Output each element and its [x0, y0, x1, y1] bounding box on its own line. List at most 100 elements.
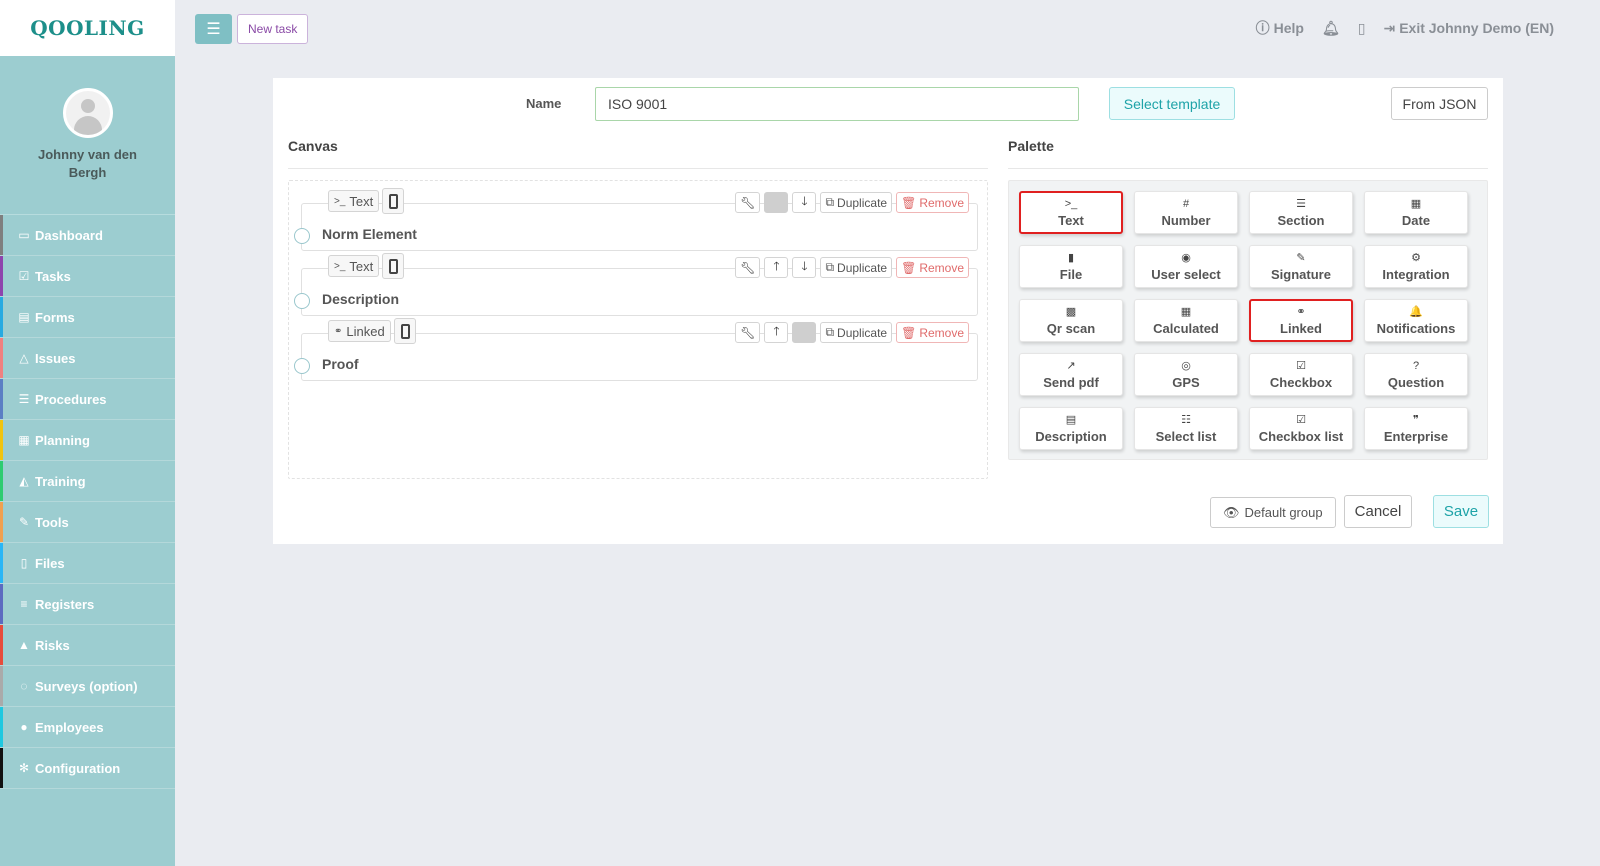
sidebar-item-tasks[interactable]: ☑ Tasks — [0, 256, 175, 297]
edit-field-button[interactable]: 🔧︎ — [735, 322, 761, 343]
question-circle-icon: ? — [1412, 360, 1420, 372]
field-type-badge[interactable]: >_ Text — [328, 190, 380, 212]
terminal-icon: >_ — [1064, 198, 1078, 210]
canvas-field[interactable]: ⚭ Linked Proof 🔧︎ 🡑 ⧉ Duplicate 🗑︎ Remove — [294, 318, 978, 381]
palette-divider — [1008, 168, 1488, 169]
default-group-button[interactable]: 👁︎ Default group — [1210, 497, 1336, 528]
from-json-button[interactable]: From JSON — [1391, 87, 1488, 120]
duplicate-button[interactable]: ⧉ Duplicate — [820, 322, 893, 343]
palette-item-file[interactable]: ▮ File — [1019, 245, 1123, 288]
palette-item-section[interactable]: ☰ Section — [1249, 191, 1353, 234]
sidebar-item-surveys-option[interactable]: ◌ Surveys (option) — [0, 666, 175, 707]
duplicate-button[interactable]: ⧉ Duplicate — [820, 257, 893, 278]
notifications-button[interactable]: 🔔︎ — [1322, 20, 1340, 37]
palette-item-select-list[interactable]: ☷ Select list — [1134, 407, 1238, 450]
save-button[interactable]: Save — [1433, 495, 1489, 528]
sidebar-item-tools[interactable]: ✎ Tools — [0, 502, 175, 543]
palette-item-checkbox-list[interactable]: ☑ Checkbox list — [1249, 407, 1353, 450]
palette-item-description[interactable]: ▤ Description — [1019, 407, 1123, 450]
palette-item-linked[interactable]: ⚭ Linked — [1249, 299, 1353, 342]
sidebar: QOOLING Johnny van den Bergh ▭ Dashboard ☑… — [0, 0, 175, 866]
graduation-cap-icon: ◭ — [19, 474, 29, 488]
avatar[interactable] — [62, 88, 113, 138]
bars-icon: ≡ — [20, 597, 28, 611]
palette-item-signature[interactable]: ✎ Signature — [1249, 245, 1353, 288]
palette-item-date[interactable]: ▦ Date — [1364, 191, 1468, 234]
sidebar-item-files[interactable]: ▯ Files — [0, 543, 175, 584]
device-button[interactable]: ▯ — [1358, 20, 1366, 37]
remove-button[interactable]: 🗑︎ Remove — [896, 322, 969, 343]
mobile-toggle[interactable] — [382, 253, 404, 279]
compass-icon: ◎ — [1181, 360, 1191, 372]
move-up-button[interactable]: 🡑 — [764, 257, 789, 278]
palette-item-gps[interactable]: ◎ GPS — [1134, 353, 1238, 396]
sidebar-item-procedures[interactable]: ☰ Procedures — [0, 379, 175, 420]
duplicate-button[interactable]: ⧉ Duplicate — [820, 192, 893, 213]
sidebar-item-employees[interactable]: ● Employees — [0, 707, 175, 748]
field-select-radio[interactable] — [294, 293, 310, 309]
move-down-button[interactable]: 🡓 — [792, 257, 817, 278]
exit-link[interactable]: ⇥ Exit Johnny Demo (EN) — [1383, 20, 1554, 37]
remove-button[interactable]: 🗑︎ Remove — [896, 257, 969, 278]
palette-item-label: Enterprise — [1383, 429, 1449, 444]
field-label: Norm Element — [322, 226, 417, 242]
remove-button[interactable]: 🗑︎ Remove — [896, 192, 969, 213]
field-type-badge[interactable]: ⚭ Linked — [328, 320, 391, 342]
sidebar-item-forms[interactable]: ▤ Forms — [0, 297, 175, 338]
mobile-toggle[interactable] — [394, 318, 416, 344]
canvas-field[interactable]: >_ Text Norm Element 🔧︎ 🡓 ⧉ Duplicate 🗑︎ Remove — [294, 188, 978, 251]
logo-area: QOOLING — [0, 0, 175, 56]
move-down-button-disabled — [792, 322, 817, 343]
name-input[interactable] — [595, 87, 1079, 121]
palette-item-question[interactable]: ? Question — [1364, 353, 1468, 396]
trash-icon: 🗑︎ — [901, 325, 917, 340]
move-down-button[interactable]: 🡓 — [792, 192, 817, 213]
sidebar-item-label: Configuration — [35, 760, 121, 776]
palette-item-user-select[interactable]: ◉ User select — [1134, 245, 1238, 288]
palette-item-integration[interactable]: ⚙ Integration — [1364, 245, 1468, 288]
palette-item-number[interactable]: # Number — [1134, 191, 1238, 234]
sidebar-item-training[interactable]: ◭ Training — [0, 461, 175, 502]
edit-field-button[interactable]: 🔧︎ — [735, 257, 761, 278]
palette-item-qr-scan[interactable]: ▩ Qr scan — [1019, 299, 1123, 342]
palette-item-label: Date — [1401, 213, 1431, 228]
sidebar-item-accent — [0, 256, 3, 296]
field-select-radio[interactable] — [294, 228, 310, 244]
sidebar-item-configuration[interactable]: ✻ Configuration — [0, 748, 175, 789]
palette-item-calculated[interactable]: ▦ Calculated — [1134, 299, 1238, 342]
field-select-radio[interactable] — [294, 358, 310, 374]
move-up-button-disabled — [764, 192, 789, 213]
mobile-toggle[interactable] — [382, 188, 404, 214]
palette-item-text[interactable]: >_ Text — [1019, 191, 1123, 234]
menu-toggle-button[interactable]: ☰ — [195, 14, 232, 44]
wrench-icon: 🔧︎ — [740, 195, 756, 210]
arrow-up-icon: 🡑 — [773, 324, 780, 338]
move-up-button[interactable]: 🡑 — [764, 322, 789, 343]
wrench-icon: 🔧︎ — [740, 260, 756, 275]
help-link[interactable]: ⓘ Help — [1256, 18, 1304, 38]
list-ol-icon: ☷ — [1181, 414, 1191, 426]
copy-icon: ⧉ — [825, 195, 835, 209]
field-type-badge[interactable]: >_ Text — [328, 255, 380, 277]
palette-item-notifications[interactable]: 🔔 Notifications — [1364, 299, 1468, 342]
sign-out-icon: ⇥ — [1383, 19, 1396, 36]
edit-field-button[interactable]: 🔧︎ — [735, 192, 761, 213]
palette-item-send-pdf[interactable]: ↗ Send pdf — [1019, 353, 1123, 396]
palette-item-label: Send pdf — [1043, 375, 1099, 390]
palette-item-enterprise[interactable]: ❞ Enterprise — [1364, 407, 1468, 450]
sidebar-item-issues[interactable]: △ Issues — [0, 338, 175, 379]
calendar-icon: ▦ — [1410, 198, 1422, 210]
sidebar-item-accent — [0, 584, 3, 624]
sidebar-item-planning[interactable]: ▦ Planning — [0, 420, 175, 461]
sidebar-item-dashboard[interactable]: ▭ Dashboard — [0, 215, 175, 256]
sidebar-item-risks[interactable]: ▲ Risks — [0, 625, 175, 666]
cancel-button[interactable]: Cancel — [1344, 495, 1412, 528]
palette-item-checkbox[interactable]: ☑ Checkbox — [1249, 353, 1353, 396]
canvas-dropzone[interactable]: >_ Text Norm Element 🔧︎ 🡓 ⧉ Duplicate 🗑︎ Remove >… — [288, 180, 988, 479]
new-task-button[interactable]: New task — [237, 14, 309, 44]
select-template-button[interactable]: Select template — [1109, 87, 1235, 120]
sidebar-item-registers[interactable]: ≡ Registers — [0, 584, 175, 625]
app-logo[interactable]: QOOLING — [30, 16, 145, 40]
palette-item-label: GPS — [1172, 375, 1200, 390]
canvas-field[interactable]: >_ Text Description 🔧︎ 🡑 🡓 ⧉ Duplicate 🗑︎ Remove — [294, 253, 978, 316]
